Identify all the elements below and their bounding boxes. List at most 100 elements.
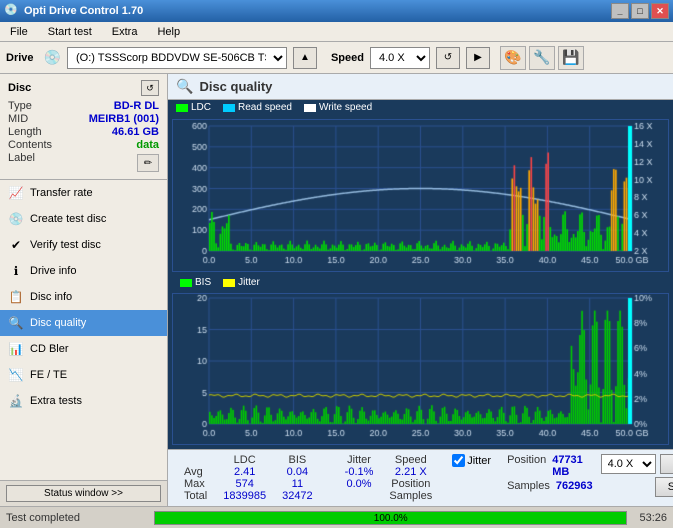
drive-icon: 💿 (44, 49, 61, 66)
sidebar-menu: 📈 Transfer rate 💿 Create test disc ✔ Ver… (0, 180, 167, 480)
drive-info-icon: ℹ (8, 263, 24, 279)
max-speed-label: Position (381, 478, 440, 490)
transfer-rate-icon: 📈 (8, 185, 24, 201)
stats-row-avg: Avg 2.41 0.04 -0.1% 2.21 X (176, 466, 440, 478)
disc-length-value: 46.61 GB (112, 126, 159, 138)
disc-type-label: Type (8, 100, 32, 112)
color-icon-button[interactable]: 🎨 (500, 46, 526, 70)
max-label: Max (176, 478, 215, 490)
drive-eject-button[interactable]: ▲ (293, 47, 317, 69)
avg-speed: 2.21 X (381, 466, 440, 478)
label-edit-button[interactable]: ✏ (137, 154, 159, 172)
bis-chart-canvas (173, 294, 668, 444)
ldc-chart-canvas (173, 120, 668, 271)
col-header-speed: Speed (381, 454, 440, 466)
stats-row-total: Total 1839985 32472 Samples (176, 490, 440, 502)
status-text: Test completed (6, 512, 146, 524)
samples-value: 762963 (556, 480, 593, 492)
progress-text: 100.0% (155, 513, 626, 524)
window-controls: _ □ ✕ (611, 3, 669, 19)
arrow-right-button[interactable]: ▶ (466, 47, 490, 69)
total-bis: 32472 (274, 490, 321, 502)
legend-read-speed: Read speed (223, 102, 292, 113)
disc-refresh-button[interactable]: ↺ (141, 80, 159, 96)
disc-length-row: Length 46.61 GB (8, 126, 159, 138)
save-icon-button[interactable]: 💾 (558, 46, 584, 70)
speed-pos-label: Position (507, 454, 546, 478)
extra-tests-icon: 🔬 (8, 393, 24, 409)
sidebar-item-verify-test-disc[interactable]: ✔ Verify test disc (0, 232, 167, 258)
minimize-button[interactable]: _ (611, 3, 629, 19)
sidebar-item-extra-tests[interactable]: 🔬 Extra tests (0, 388, 167, 414)
disc-mid-value: MEIRB1 (001) (89, 113, 159, 125)
legend-jitter: Jitter (223, 277, 260, 288)
speed-info-row1: Position 47731 MB (507, 454, 593, 478)
app-icon: 💿 (4, 3, 20, 19)
panel-header: 🔍 Disc quality (168, 74, 673, 100)
fe-te-icon: 📉 (8, 367, 24, 383)
samples-label: Samples (507, 480, 550, 492)
sidebar-item-label-fe-te: FE / TE (30, 369, 67, 381)
legend-bis: BIS (180, 277, 211, 288)
refresh-button[interactable]: ↺ (436, 47, 460, 69)
max-blank (321, 478, 337, 490)
menu-file[interactable]: File (4, 24, 34, 40)
sidebar-item-cd-bler[interactable]: 📊 CD Bler (0, 336, 167, 362)
speed-dropdown[interactable]: 4.0 X (601, 454, 656, 474)
col-header-ldc: LDC (215, 454, 274, 466)
drivebar: Drive 💿 (O:) TSSScorp BDDVDW SE-506CB TS… (0, 42, 673, 74)
toolbar-icons: 🎨 🔧 💾 (500, 46, 584, 70)
status-window-button[interactable]: Status window >> (6, 485, 161, 502)
top-chart (172, 119, 669, 272)
jitter-checkbox-label: Jitter (467, 455, 491, 467)
right-panel: 🔍 Disc quality LDC Read speed Write spee… (168, 74, 673, 506)
disc-panel-title: Disc (8, 82, 31, 94)
speed-label: Speed (331, 52, 364, 64)
disc-info-panel: Disc ↺ Type BD-R DL MID MEIRB1 (001) Len… (0, 74, 167, 180)
close-button[interactable]: ✕ (651, 3, 669, 19)
start-part-button[interactable]: Start part (655, 477, 673, 497)
cd-bler-icon: 📊 (8, 341, 24, 357)
sidebar-item-label-cd-bler: CD Bler (30, 343, 69, 355)
sidebar-item-create-test-disc[interactable]: 💿 Create test disc (0, 206, 167, 232)
legend-ldc-label: LDC (191, 102, 211, 113)
sidebar-item-drive-info[interactable]: ℹ Drive info (0, 258, 167, 284)
menu-help[interactable]: Help (151, 24, 186, 40)
disc-quality-icon: 🔍 (8, 315, 24, 331)
menu-extra[interactable]: Extra (106, 24, 144, 40)
drive-select[interactable]: (O:) TSSScorp BDDVDW SE-506CB TS02 (67, 47, 287, 69)
titlebar: 💿 Opti Drive Control 1.70 _ □ ✕ (0, 0, 673, 22)
tools-icon-button[interactable]: 🔧 (529, 46, 555, 70)
time-display: 53:26 (639, 512, 667, 524)
avg-jitter: -0.1% (337, 466, 382, 478)
legend-read-speed-label: Read speed (238, 102, 292, 113)
sidebar-item-fe-te[interactable]: 📉 FE / TE (0, 362, 167, 388)
jitter-check-container: Jitter (452, 454, 491, 467)
verify-test-disc-icon: ✔ (8, 237, 24, 253)
sidebar-item-disc-quality[interactable]: 🔍 Disc quality (0, 310, 167, 336)
disc-contents-label: Contents (8, 139, 52, 151)
bottom-chart-legend: BIS Jitter (172, 276, 669, 289)
disc-contents-value: data (136, 139, 159, 151)
bottom-chart (172, 293, 669, 445)
total-label: Total (176, 490, 215, 502)
col-header-blank (321, 454, 337, 466)
progress-container: 100.0% (154, 511, 627, 525)
sidebar-item-transfer-rate[interactable]: 📈 Transfer rate (0, 180, 167, 206)
maximize-button[interactable]: □ (631, 3, 649, 19)
menu-starttest[interactable]: Start test (42, 24, 98, 40)
disc-length-label: Length (8, 126, 42, 138)
speed-select[interactable]: 4.0 X 1.0 X 2.0 X 6.0 X 8.0 X (370, 47, 430, 69)
disc-contents-row: Contents data (8, 139, 159, 151)
col-header-empty (176, 454, 215, 466)
total-samples-label: Samples (381, 490, 440, 502)
sidebar-item-disc-info[interactable]: 📋 Disc info (0, 284, 167, 310)
app-title: Opti Drive Control 1.70 (24, 5, 611, 17)
jitter-checkbox-row: Jitter (452, 454, 491, 467)
jitter-checkbox[interactable] (452, 454, 465, 467)
avg-bis: 0.04 (274, 466, 321, 478)
speed-info: Position 47731 MB Samples 762963 (507, 454, 593, 494)
legend-ldc: LDC (176, 102, 211, 113)
start-full-button[interactable]: Start full (660, 454, 673, 474)
legend-write-speed-label: Write speed (319, 102, 372, 113)
